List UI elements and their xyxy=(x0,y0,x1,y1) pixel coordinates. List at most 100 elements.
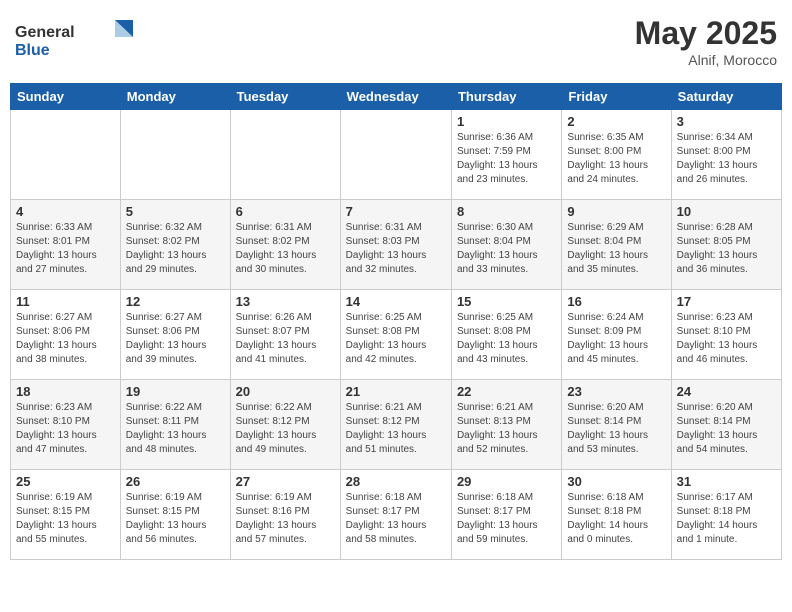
day-number: 14 xyxy=(346,294,446,309)
weekday-header-tuesday: Tuesday xyxy=(230,84,340,110)
day-number: 9 xyxy=(567,204,665,219)
weekday-header-sunday: Sunday xyxy=(11,84,121,110)
day-number: 17 xyxy=(677,294,776,309)
day-info: Sunrise: 6:20 AM Sunset: 8:14 PM Dayligh… xyxy=(677,401,776,457)
day-number: 28 xyxy=(346,474,446,489)
day-info: Sunrise: 6:19 AM Sunset: 8:15 PM Dayligh… xyxy=(126,491,225,547)
day-info: Sunrise: 6:24 AM Sunset: 8:09 PM Dayligh… xyxy=(567,311,665,367)
day-info: Sunrise: 6:30 AM Sunset: 8:04 PM Dayligh… xyxy=(457,221,556,277)
day-info: Sunrise: 6:21 AM Sunset: 8:12 PM Dayligh… xyxy=(346,401,446,457)
calendar-week-row: 11 Sunrise: 6:27 AM Sunset: 8:06 PM Dayli… xyxy=(11,290,782,380)
day-info: Sunrise: 6:29 AM Sunset: 8:04 PM Dayligh… xyxy=(567,221,665,277)
day-info: Sunrise: 6:23 AM Sunset: 8:10 PM Dayligh… xyxy=(677,311,776,367)
day-info: Sunrise: 6:32 AM Sunset: 8:02 PM Dayligh… xyxy=(126,221,225,277)
location-subtitle: Alnif, Morocco xyxy=(635,52,777,68)
calendar-day-25: 25Sunrise: 6:19 AM Sunset: 8:15 PM Dayli… xyxy=(11,470,121,560)
day-number: 7 xyxy=(346,204,446,219)
day-info: Sunrise: 6:33 AM Sunset: 8:01 PM Dayligh… xyxy=(16,221,115,277)
day-info: Sunrise: 6:18 AM Sunset: 8:17 PM Dayligh… xyxy=(457,491,556,547)
svg-text:General: General xyxy=(15,24,75,41)
calendar-day-15: 15 Sunrise: 6:25 AM Sunset: 8:08 PM Dayli… xyxy=(451,290,561,380)
day-number: 2 xyxy=(567,114,665,129)
day-number: 16 xyxy=(567,294,665,309)
day-info: Sunrise: 6:18 AM Sunset: 8:17 PM Dayligh… xyxy=(346,491,446,547)
day-number: 23 xyxy=(567,384,665,399)
day-info: Sunrise: 6:26 AM Sunset: 8:07 PM Dayligh… xyxy=(236,311,335,367)
calendar-day-18: 18 Sunrise: 6:23 AM Sunset: 8:10 PM Dayli… xyxy=(11,380,121,470)
calendar-table: SundayMondayTuesdayWednesdayThursdayFrid… xyxy=(10,83,782,560)
day-number: 29 xyxy=(457,474,556,489)
calendar-day-29: 29 Sunrise: 6:18 AM Sunset: 8:17 PM Dayli… xyxy=(451,470,561,560)
calendar-day-empty xyxy=(340,110,451,200)
day-number: 6 xyxy=(236,204,335,219)
calendar-day-4: 4 Sunrise: 6:33 AM Sunset: 8:01 PM Daylig… xyxy=(11,200,121,290)
day-number: 19 xyxy=(126,384,225,399)
calendar-week-row: 18 Sunrise: 6:23 AM Sunset: 8:10 PM Dayli… xyxy=(11,380,782,470)
day-info: Sunrise: 6:23 AM Sunset: 8:10 PM Dayligh… xyxy=(16,401,115,457)
day-number: 30 xyxy=(567,474,665,489)
day-info: Sunrise: 6:25 AM Sunset: 8:08 PM Dayligh… xyxy=(346,311,446,367)
calendar-day-empty xyxy=(230,110,340,200)
day-number: 22 xyxy=(457,384,556,399)
logo-svg: General Blue xyxy=(15,15,145,65)
calendar-day-12: 12 Sunrise: 6:27 AM Sunset: 8:06 PM Dayli… xyxy=(120,290,230,380)
calendar-day-19: 19 Sunrise: 6:22 AM Sunset: 8:11 PM Dayli… xyxy=(120,380,230,470)
calendar-day-3: 3 Sunrise: 6:34 AM Sunset: 8:00 PM Daylig… xyxy=(671,110,781,200)
day-number: 15 xyxy=(457,294,556,309)
day-number: 26 xyxy=(126,474,225,489)
calendar-week-row: 1Sunrise: 6:36 AM Sunset: 7:59 PM Daylig… xyxy=(11,110,782,200)
calendar-week-row: 4 Sunrise: 6:33 AM Sunset: 8:01 PM Daylig… xyxy=(11,200,782,290)
day-number: 18 xyxy=(16,384,115,399)
calendar-day-17: 17 Sunrise: 6:23 AM Sunset: 8:10 PM Dayli… xyxy=(671,290,781,380)
calendar-day-24: 24 Sunrise: 6:20 AM Sunset: 8:14 PM Dayli… xyxy=(671,380,781,470)
weekday-header-monday: Monday xyxy=(120,84,230,110)
calendar-day-9: 9 Sunrise: 6:29 AM Sunset: 8:04 PM Daylig… xyxy=(562,200,671,290)
day-info: Sunrise: 6:19 AM Sunset: 8:16 PM Dayligh… xyxy=(236,491,335,547)
day-number: 12 xyxy=(126,294,225,309)
weekday-header-saturday: Saturday xyxy=(671,84,781,110)
day-number: 8 xyxy=(457,204,556,219)
calendar-day-5: 5 Sunrise: 6:32 AM Sunset: 8:02 PM Daylig… xyxy=(120,200,230,290)
calendar-day-2: 2 Sunrise: 6:35 AM Sunset: 8:00 PM Daylig… xyxy=(562,110,671,200)
calendar-day-1: 1Sunrise: 6:36 AM Sunset: 7:59 PM Daylig… xyxy=(451,110,561,200)
day-number: 5 xyxy=(126,204,225,219)
calendar-day-23: 23Sunrise: 6:20 AM Sunset: 8:14 PM Dayli… xyxy=(562,380,671,470)
day-number: 24 xyxy=(677,384,776,399)
day-number: 3 xyxy=(677,114,776,129)
month-year-title: May 2025 xyxy=(635,15,777,52)
day-info: Sunrise: 6:17 AM Sunset: 8:18 PM Dayligh… xyxy=(677,491,776,547)
weekday-header-thursday: Thursday xyxy=(451,84,561,110)
day-info: Sunrise: 6:27 AM Sunset: 8:06 PM Dayligh… xyxy=(16,311,115,367)
calendar-day-13: 13 Sunrise: 6:26 AM Sunset: 8:07 PM Dayli… xyxy=(230,290,340,380)
day-number: 20 xyxy=(236,384,335,399)
calendar-day-16: 16 Sunrise: 6:24 AM Sunset: 8:09 PM Dayli… xyxy=(562,290,671,380)
logo-block: General Blue xyxy=(15,15,145,70)
calendar-day-28: 28 Sunrise: 6:18 AM Sunset: 8:17 PM Dayli… xyxy=(340,470,451,560)
calendar-day-31: 31 Sunrise: 6:17 AM Sunset: 8:18 PM Dayli… xyxy=(671,470,781,560)
calendar-day-6: 6Sunrise: 6:31 AM Sunset: 8:02 PM Daylig… xyxy=(230,200,340,290)
calendar-day-21: 21 Sunrise: 6:21 AM Sunset: 8:12 PM Dayli… xyxy=(340,380,451,470)
logo: General Blue xyxy=(15,15,145,70)
day-info: Sunrise: 6:35 AM Sunset: 8:00 PM Dayligh… xyxy=(567,131,665,187)
day-info: Sunrise: 6:25 AM Sunset: 8:08 PM Dayligh… xyxy=(457,311,556,367)
calendar-day-14: 14 Sunrise: 6:25 AM Sunset: 8:08 PM Dayli… xyxy=(340,290,451,380)
day-number: 27 xyxy=(236,474,335,489)
day-info: Sunrise: 6:34 AM Sunset: 8:00 PM Dayligh… xyxy=(677,131,776,187)
calendar-day-30: 30Sunrise: 6:18 AM Sunset: 8:18 PM Dayli… xyxy=(562,470,671,560)
calendar-day-11: 11 Sunrise: 6:27 AM Sunset: 8:06 PM Dayli… xyxy=(11,290,121,380)
weekday-header-row: SundayMondayTuesdayWednesdayThursdayFrid… xyxy=(11,84,782,110)
day-number: 11 xyxy=(16,294,115,309)
day-info: Sunrise: 6:28 AM Sunset: 8:05 PM Dayligh… xyxy=(677,221,776,277)
day-number: 31 xyxy=(677,474,776,489)
day-info: Sunrise: 6:22 AM Sunset: 8:11 PM Dayligh… xyxy=(126,401,225,457)
day-number: 21 xyxy=(346,384,446,399)
calendar-day-7: 7Sunrise: 6:31 AM Sunset: 8:03 PM Daylig… xyxy=(340,200,451,290)
day-number: 13 xyxy=(236,294,335,309)
calendar-week-row: 25Sunrise: 6:19 AM Sunset: 8:15 PM Dayli… xyxy=(11,470,782,560)
day-info: Sunrise: 6:27 AM Sunset: 8:06 PM Dayligh… xyxy=(126,311,225,367)
calendar-day-8: 8 Sunrise: 6:30 AM Sunset: 8:04 PM Daylig… xyxy=(451,200,561,290)
calendar-day-empty xyxy=(11,110,121,200)
day-number: 4 xyxy=(16,204,115,219)
calendar-day-22: 22 Sunrise: 6:21 AM Sunset: 8:13 PM Dayli… xyxy=(451,380,561,470)
day-info: Sunrise: 6:21 AM Sunset: 8:13 PM Dayligh… xyxy=(457,401,556,457)
